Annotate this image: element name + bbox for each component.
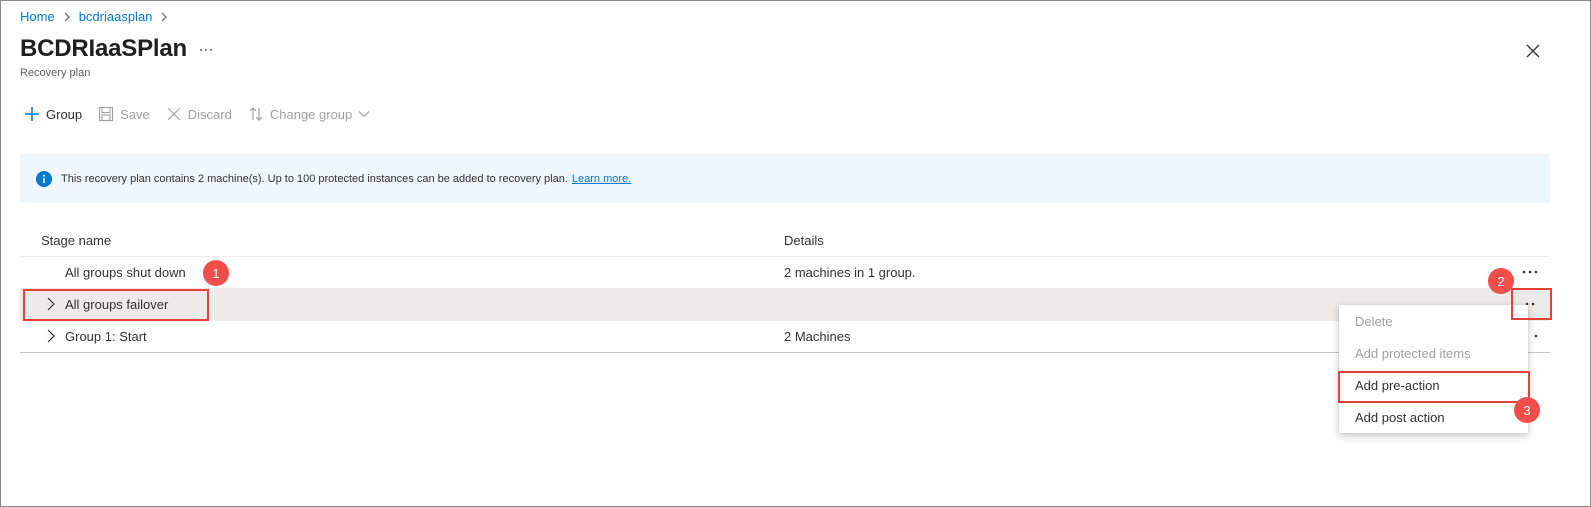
- annotation-box-3: [1338, 371, 1530, 403]
- command-bar: Group Save Discard Change group: [24, 106, 386, 122]
- table-row[interactable]: All groups shut down 2 machines in 1 gro…: [20, 257, 1550, 289]
- close-icon[interactable]: [1522, 40, 1544, 62]
- chevron-right-icon: [63, 12, 71, 22]
- plus-icon: [24, 106, 40, 122]
- column-header-details[interactable]: Details: [784, 233, 824, 248]
- info-icon: [36, 170, 52, 187]
- stage-name: All groups shut down: [65, 265, 186, 280]
- context-menu: Delete Add protected items Add pre-actio…: [1339, 305, 1528, 433]
- discard-icon: [166, 106, 182, 122]
- column-header-stage[interactable]: Stage name: [41, 233, 111, 248]
- annotation-badge-1: 1: [203, 260, 229, 286]
- add-group-button[interactable]: Group: [24, 106, 82, 122]
- chevron-right-icon: [160, 12, 168, 22]
- annotation-badge-3: 3: [1514, 397, 1540, 423]
- change-group-button[interactable]: Change group: [248, 106, 370, 122]
- breadcrumb-plan[interactable]: bcdriaasplan: [79, 9, 153, 24]
- sort-arrows-icon: [248, 106, 264, 122]
- learn-more-link[interactable]: Learn more.: [572, 173, 631, 185]
- breadcrumb: Home bcdriaasplan: [20, 9, 176, 24]
- discard-button[interactable]: Discard: [166, 106, 232, 122]
- more-options-icon[interactable]: [196, 40, 216, 60]
- add-group-label: Group: [46, 106, 83, 122]
- stage-name: Group 1: Start: [65, 329, 147, 344]
- save-button[interactable]: Save: [98, 106, 150, 122]
- info-text: This recovery plan contains 2 machine(s)…: [61, 172, 568, 185]
- table-row[interactable]: All groups failover: [20, 289, 1550, 321]
- page-title: BCDRIaaSPlan: [20, 35, 187, 62]
- save-icon: [98, 106, 114, 122]
- row-more-options-icon[interactable]: [1518, 262, 1542, 282]
- annotation-box-1: [23, 289, 209, 321]
- annotation-badge-2: 2: [1488, 268, 1514, 294]
- menu-item-delete[interactable]: Delete: [1339, 305, 1528, 337]
- menu-item-add-post-action[interactable]: Add post action: [1339, 401, 1528, 433]
- chevron-right-icon[interactable]: [46, 329, 56, 343]
- annotation-box-2: [1511, 288, 1552, 320]
- change-group-label: Change group: [269, 106, 353, 122]
- menu-item-add-protected-items[interactable]: Add protected items: [1339, 337, 1528, 369]
- info-banner: This recovery plan contains 2 machine(s)…: [20, 154, 1550, 203]
- page-subtitle: Recovery plan: [20, 67, 91, 79]
- discard-label: Discard: [187, 106, 232, 122]
- chevron-down-icon: [358, 110, 370, 118]
- stage-details: 2 Machines: [784, 329, 851, 344]
- stage-details: 2 machines in 1 group.: [784, 265, 916, 280]
- table-header: Stage name Details: [20, 224, 1550, 257]
- table-row[interactable]: Group 1: Start 2 Machines: [20, 321, 1550, 353]
- breadcrumb-home[interactable]: Home: [20, 9, 55, 24]
- stages-table: Stage name Details All groups shut down …: [20, 224, 1550, 353]
- save-label: Save: [120, 106, 150, 122]
